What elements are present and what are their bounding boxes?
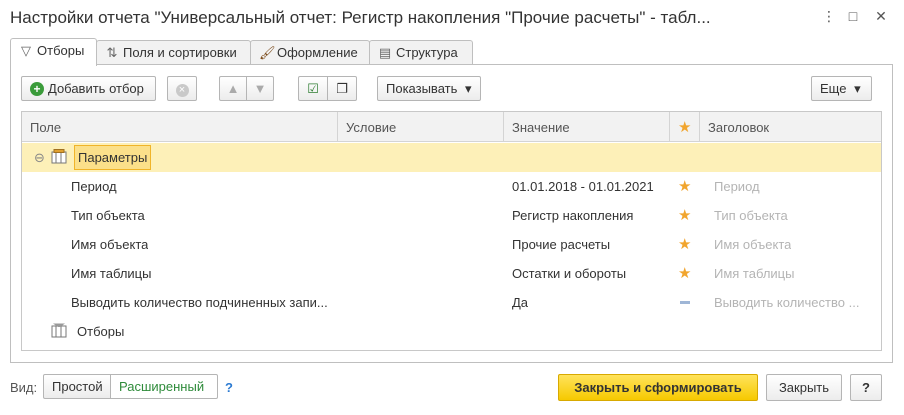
- tab-appearance[interactable]: 🖌Оформление: [250, 40, 370, 65]
- brush-icon: 🖌: [259, 45, 276, 60]
- move-down-button[interactable]: ▼: [246, 76, 274, 101]
- delete-button[interactable]: ×: [167, 76, 197, 101]
- star-icon: ★: [678, 265, 692, 282]
- table-row[interactable]: Тип объекта Регистр накопления ★ Тип объ…: [22, 201, 881, 230]
- copy-icon: ❐: [336, 81, 348, 96]
- maximize-icon[interactable]: □: [845, 8, 861, 24]
- close-and-generate-button[interactable]: Закрыть и сформировать: [558, 374, 758, 401]
- star-icon: ★: [678, 207, 692, 224]
- fields-sort-icon: ⇅: [106, 45, 118, 60]
- row-field: Имя таблицы: [71, 266, 152, 281]
- row-field: Имя объекта: [71, 237, 149, 252]
- tab-fields-sorting[interactable]: ⇅ Поля и сортировки: [96, 40, 251, 65]
- group-row-parameters[interactable]: ⊖ Параметры: [22, 143, 881, 172]
- more-options-icon[interactable]: ⋮: [821, 8, 837, 24]
- group-label: Параметры: [74, 145, 152, 170]
- column-value[interactable]: Значение: [504, 112, 670, 142]
- close-icon[interactable]: ✕: [873, 8, 889, 24]
- check-all-button[interactable]: ☑: [298, 76, 328, 101]
- chevron-down-icon: ▾: [465, 81, 472, 96]
- window-titlebar: Настройки отчета "Универсальный отчет: Р…: [0, 0, 904, 36]
- grid-header: Поле Условие Значение ★ Заголовок: [22, 112, 881, 142]
- help-link[interactable]: ?: [225, 380, 233, 395]
- row-field: Период: [71, 179, 117, 194]
- filter-icon: ▽: [21, 43, 31, 58]
- add-filter-button[interactable]: + Добавить отбор: [21, 76, 156, 101]
- show-dropdown-button[interactable]: Показывать ▾: [377, 76, 481, 101]
- row-value: 01.01.2018 - 01.01.2021: [512, 179, 654, 194]
- add-filter-label: Добавить отбор: [48, 81, 144, 96]
- filters-panel: + Добавить отбор × ▲ ▼ ☑ ❐ Показывать ▾ Е…: [10, 64, 893, 363]
- collapse-icon[interactable]: ⊖: [34, 150, 45, 166]
- footer-bar: Вид: Простой Расширенный ? Закрыть и сфо…: [0, 372, 904, 402]
- arrow-down-icon: ▼: [253, 81, 267, 96]
- tab-label: Отборы: [37, 43, 85, 58]
- filters-grid[interactable]: Поле Условие Значение ★ Заголовок ⊖ Пара…: [21, 111, 882, 351]
- filter-group-icon: [51, 323, 67, 339]
- column-star-icon[interactable]: ★: [670, 112, 700, 142]
- tab-label: Поля и сортировки: [123, 45, 237, 60]
- tab-label: Структура: [396, 45, 458, 60]
- row-value: Регистр накопления: [512, 208, 634, 223]
- help-button[interactable]: ?: [850, 374, 882, 401]
- parameters-icon: [51, 149, 67, 165]
- filters-group-label: Отборы: [77, 324, 125, 339]
- row-field: Выводить количество подчиненных запи...: [71, 295, 328, 310]
- view-extended-button[interactable]: Расширенный: [110, 374, 218, 399]
- structure-icon: ▤: [378, 45, 392, 60]
- tab-structure[interactable]: ▤ Структура: [369, 40, 473, 65]
- table-row[interactable]: Имя объекта Прочие расчеты ★ Имя объекта: [22, 230, 881, 259]
- column-condition[interactable]: Условие: [338, 112, 504, 142]
- row-caption: Имя таблицы: [714, 266, 795, 281]
- close-button[interactable]: Закрыть: [766, 374, 842, 401]
- table-row[interactable]: Имя таблицы Остатки и обороты ★ Имя табл…: [22, 259, 881, 288]
- row-caption: Период: [714, 179, 760, 194]
- row-caption: Выводить количество ...: [714, 295, 860, 310]
- row-caption: Тип объекта: [714, 208, 788, 223]
- more-button[interactable]: Еще ▾: [811, 76, 872, 101]
- tab-label: Оформление: [277, 45, 358, 60]
- move-up-button[interactable]: ▲: [219, 76, 247, 101]
- star-icon: ★: [678, 178, 692, 195]
- check-all-icon: ☑: [307, 81, 319, 96]
- arrow-up-icon: ▲: [226, 81, 240, 96]
- star-icon: ★: [678, 236, 692, 253]
- table-row[interactable]: Период 01.01.2018 - 01.01.2021 ★ Период: [22, 172, 881, 201]
- delete-icon: ×: [175, 84, 189, 97]
- column-caption[interactable]: Заголовок: [700, 112, 881, 142]
- row-value: Прочие расчеты: [512, 237, 611, 252]
- row-value: Да: [512, 295, 529, 310]
- table-row[interactable]: Выводить количество подчиненных запи... …: [22, 288, 881, 317]
- filters-group-row[interactable]: Отборы: [22, 317, 881, 346]
- copy-button[interactable]: ❐: [327, 76, 357, 101]
- row-caption: Имя объекта: [714, 237, 792, 252]
- chevron-down-icon: ▾: [854, 81, 861, 96]
- unchecked-dash-icon: [680, 292, 690, 307]
- view-label: Вид:: [10, 380, 38, 395]
- view-simple-button[interactable]: Простой: [43, 374, 111, 399]
- add-icon: +: [30, 82, 44, 96]
- column-field[interactable]: Поле: [22, 112, 338, 142]
- tab-filters[interactable]: ▽ Отборы: [10, 38, 97, 66]
- settings-tabs: ▽ Отборы ⇅ Поля и сортировки 🖌Оформление ▤…: [10, 38, 890, 66]
- window-title: Настройки отчета "Универсальный отчет: Р…: [10, 8, 711, 27]
- show-label: Показывать: [386, 81, 458, 96]
- row-value: Остатки и обороты: [512, 266, 627, 281]
- more-label: Еще: [820, 81, 847, 96]
- row-field: Тип объекта: [71, 208, 145, 223]
